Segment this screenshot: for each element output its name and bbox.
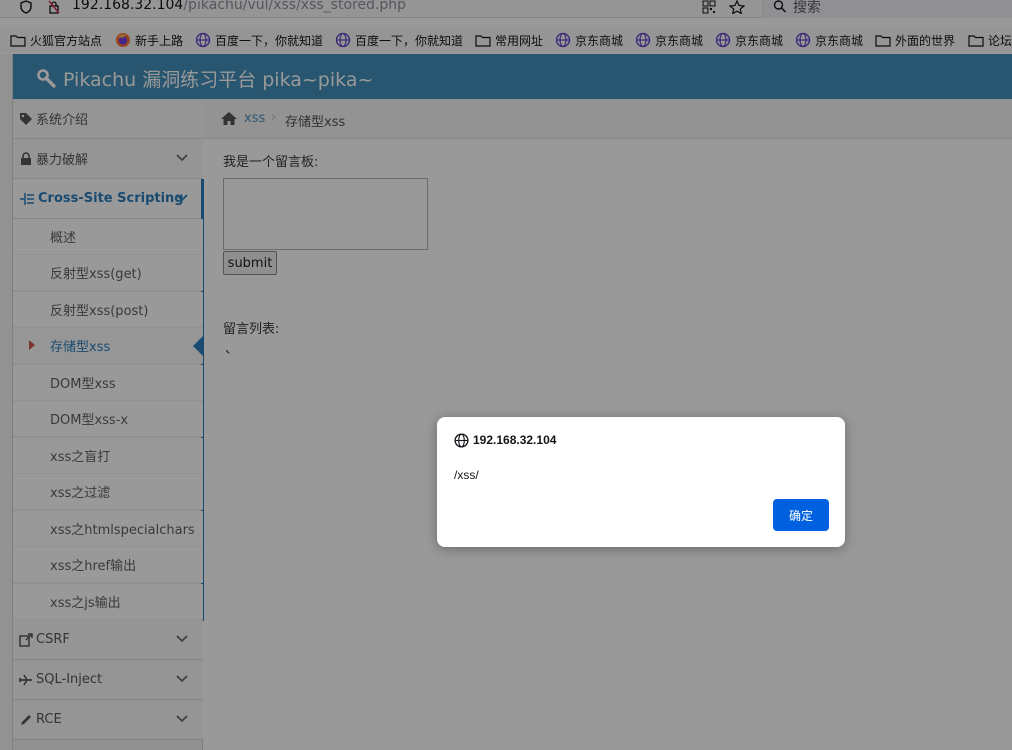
modal-overlay: [0, 0, 1012, 750]
alert-dialog: 192.168.32.104 /xss/ 确定: [437, 417, 845, 547]
dialog-title: 192.168.32.104: [473, 433, 557, 447]
globe-icon: [454, 433, 469, 448]
dialog-message: /xss/: [454, 468, 479, 482]
dialog-ok-button[interactable]: 确定: [773, 499, 829, 531]
